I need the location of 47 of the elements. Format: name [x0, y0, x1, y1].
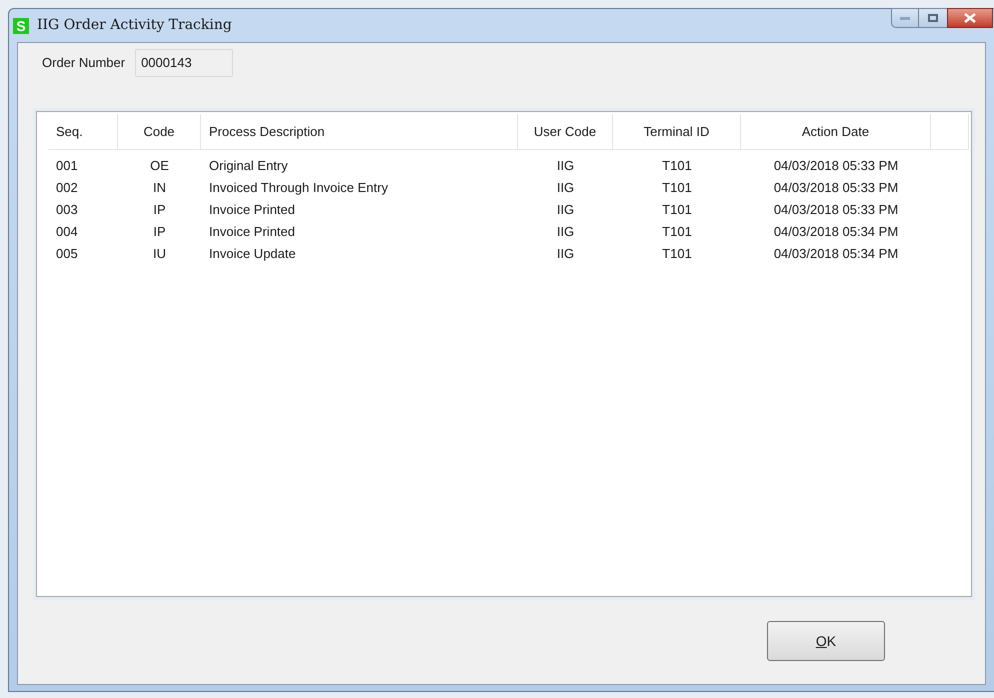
table-cell-text: Original Entry: [208, 157, 289, 175]
table-cell-text: IIG: [556, 245, 576, 263]
table-cell-text: Invoice Update: [208, 245, 297, 263]
minimize-button[interactable]: [891, 8, 919, 28]
order-number-label: Order Number: [42, 54, 126, 72]
column-header[interactable]: Terminal ID: [613, 114, 741, 149]
table-cell-text: IU: [152, 245, 167, 263]
close-icon: [964, 13, 976, 23]
column-header[interactable]: Seq.: [48, 114, 118, 149]
table-cell-text: T101: [661, 179, 693, 197]
table-cell-text: Invoice Printed: [208, 223, 296, 241]
close-button[interactable]: [947, 8, 993, 28]
table-cell-text: IIG: [556, 201, 576, 219]
table-cell-text: 04/03/2018 05:33 PM: [772, 157, 900, 175]
table-cell-text: OE: [149, 157, 170, 175]
table-cell-text: 04/03/2018 05:34 PM: [772, 245, 900, 263]
table-cell-text: IP: [152, 201, 167, 219]
column-header[interactable]: User Code: [518, 114, 613, 149]
table-cell-text: IIG: [556, 179, 576, 197]
table-cell-text: 003: [55, 201, 79, 219]
table-cell-text: 005: [55, 245, 79, 263]
table-cell-text: IN: [152, 179, 167, 197]
table-cell-text: 04/03/2018 05:33 PM: [772, 179, 900, 197]
table-cell-text: 001: [55, 157, 79, 175]
column-header[interactable]: Code: [118, 114, 201, 149]
table-cell-text: 04/03/2018 05:34 PM: [772, 223, 900, 241]
table-cell-text: IP: [152, 223, 167, 241]
table-cell-text: T101: [661, 157, 693, 175]
table-cell-text: IIG: [556, 223, 576, 241]
table-cell-text: T101: [661, 245, 693, 263]
table-cell-text: IIG: [556, 157, 576, 175]
table-cell-text: T101: [661, 223, 693, 241]
table-cell-text: 04/03/2018 05:33 PM: [772, 201, 900, 219]
order-number-field[interactable]: 0000143: [135, 49, 234, 77]
window-title: IIG Order Activity Tracking: [37, 16, 232, 35]
maximize-icon: [928, 14, 938, 22]
table-cell-text: Invoiced Through Invoice Entry: [208, 179, 389, 197]
table-cell-text: T101: [661, 201, 693, 219]
ok-button[interactable]: OK: [767, 621, 885, 661]
table-cell-text: Invoice Printed: [208, 201, 296, 219]
column-header[interactable]: Process Description: [201, 114, 518, 149]
maximize-button[interactable]: [919, 8, 947, 28]
table-cell-text: 004: [55, 223, 79, 241]
app-icon: S: [13, 18, 29, 34]
table-cell-text: 002: [55, 179, 79, 197]
column-header[interactable]: Action Date: [741, 114, 931, 149]
minimize-icon: [900, 16, 910, 20]
